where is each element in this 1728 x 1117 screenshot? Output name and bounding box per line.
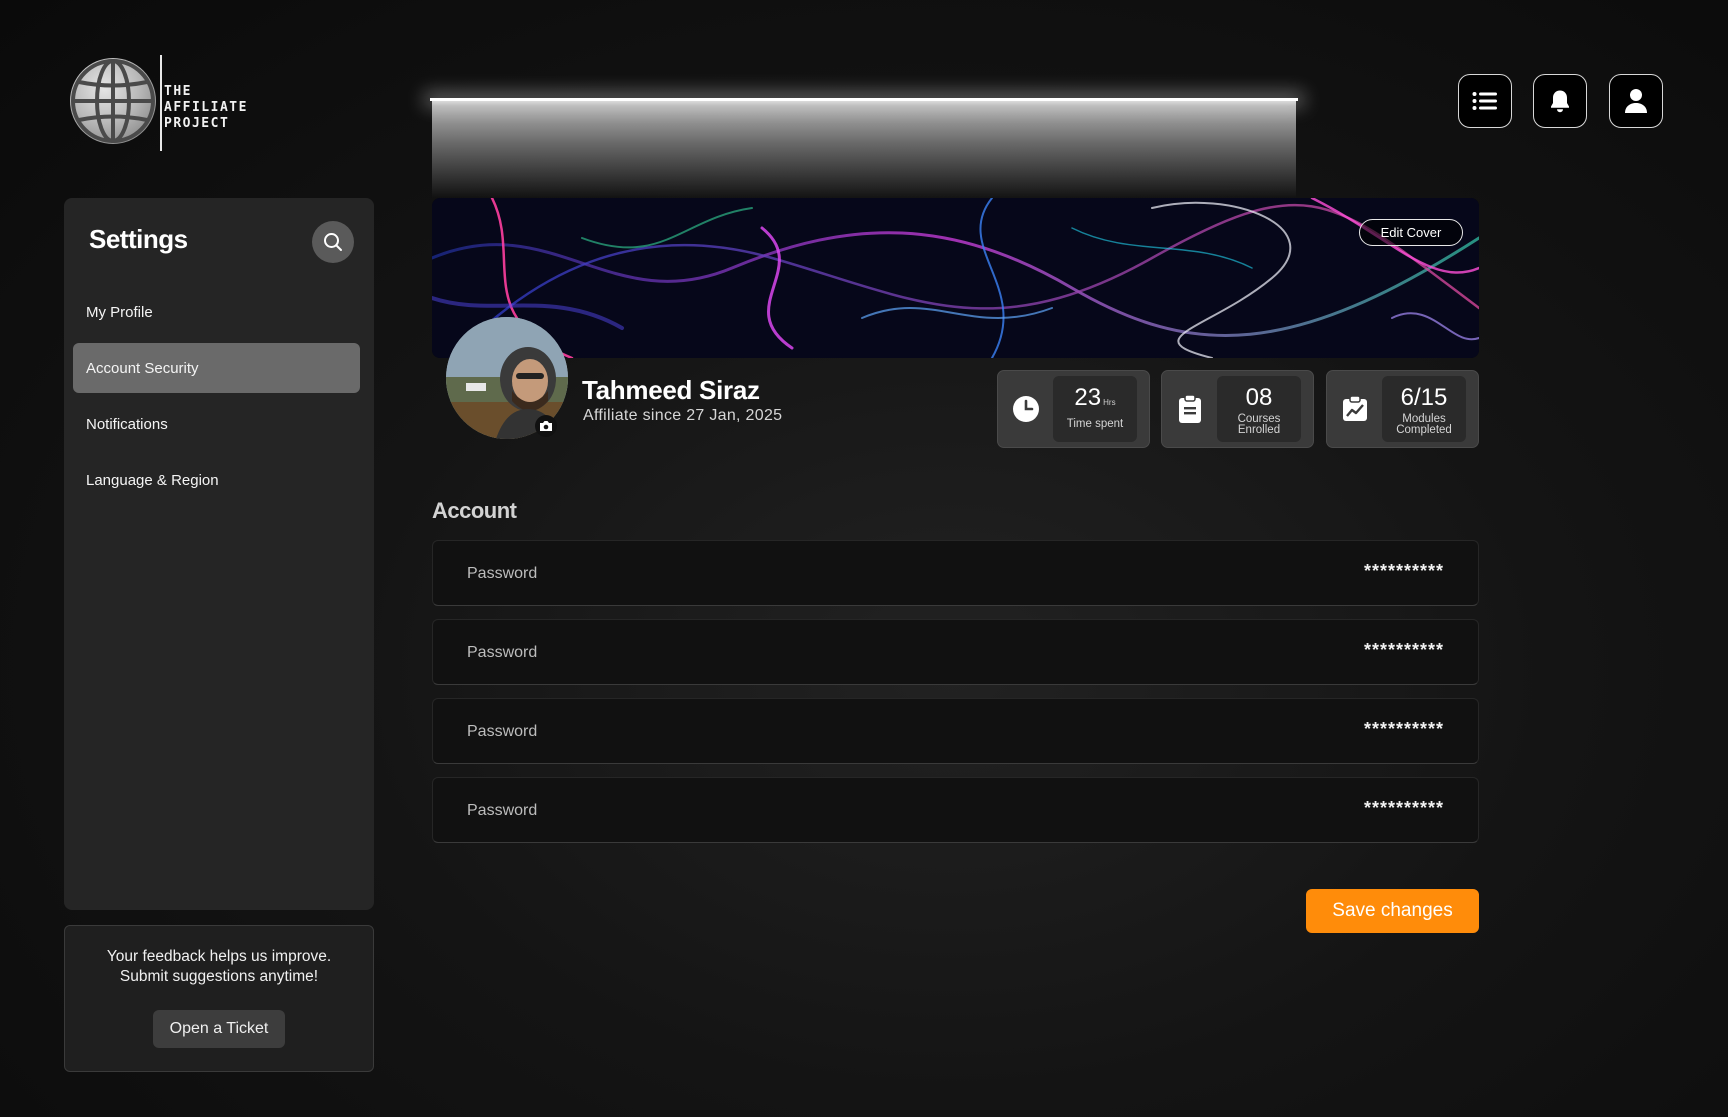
clock-icon <box>1013 396 1039 422</box>
stat-label: Courses Enrolled <box>1237 413 1281 436</box>
logo-line-2: AFFILIATE <box>164 100 248 115</box>
menu-list-icon <box>1472 92 1497 110</box>
logo-line-1: THE <box>164 84 192 99</box>
sidebar-item-notifications[interactable]: Notifications <box>73 399 360 449</box>
settings-sidebar: Settings My Profile Account Security Not… <box>64 198 374 910</box>
feedback-message: Your feedback helps us improve. Submit s… <box>65 947 373 987</box>
profile-button[interactable] <box>1609 74 1663 128</box>
field-value: ********** <box>1363 561 1444 581</box>
stat-label: Time spent <box>1066 418 1124 430</box>
header-spotlight <box>432 98 1296 198</box>
field-value: ********** <box>1363 719 1444 739</box>
stat-courses-enrolled: 08 Courses Enrolled <box>1161 370 1314 448</box>
change-avatar-button[interactable] <box>535 415 557 437</box>
password-field-3[interactable]: Password ********** <box>432 698 1479 764</box>
open-ticket-button[interactable]: Open a Ticket <box>153 1010 285 1048</box>
edit-cover-button[interactable]: Edit Cover <box>1359 219 1463 246</box>
logo-divider <box>160 55 162 151</box>
logo-globe-icon <box>70 58 156 144</box>
password-field-1[interactable]: Password ********** <box>432 540 1479 606</box>
camera-icon <box>540 421 552 431</box>
sidebar-item-language-region[interactable]: Language & Region <box>73 455 360 505</box>
stat-label: Modules Completed <box>1396 413 1452 436</box>
field-value: ********** <box>1363 640 1444 660</box>
sidebar-item-label: My Profile <box>86 303 153 321</box>
stat-value-box: 23 Hrs Time spent <box>1053 376 1137 442</box>
clipboard-icon <box>1179 394 1201 423</box>
password-field-4[interactable]: Password ********** <box>432 777 1479 843</box>
sidebar-item-label: Notifications <box>86 415 168 433</box>
settings-search-button[interactable] <box>312 221 354 263</box>
stat-value: 6/15 <box>1400 384 1448 411</box>
field-label: Password <box>467 802 538 819</box>
user-name: Tahmeed Siraz <box>582 375 760 405</box>
member-since: Affiliate since 27 Jan, 2025 <box>583 407 783 424</box>
sidebar-item-label: Account Security <box>86 359 199 377</box>
logo-wordmark: THE AFFILIATE PROJECT <box>164 84 248 132</box>
stat-time-spent: 23 Hrs Time spent <box>997 370 1150 448</box>
cover-swirl-artwork <box>432 198 1479 358</box>
stat-modules-completed: 6/15 Modules Completed <box>1326 370 1479 448</box>
feedback-line-2: Submit suggestions anytime! <box>119 968 319 985</box>
notifications-button[interactable] <box>1533 74 1587 128</box>
user-icon <box>1625 89 1647 113</box>
bell-icon <box>1551 90 1569 113</box>
sidebar-item-my-profile[interactable]: My Profile <box>73 287 360 337</box>
header-light-bar <box>430 98 1298 101</box>
cover-image <box>432 198 1479 358</box>
search-icon <box>324 233 342 251</box>
field-label: Password <box>467 565 538 582</box>
stat-value-box: 6/15 Modules Completed <box>1382 376 1466 442</box>
feedback-card: Your feedback helps us improve. Submit s… <box>64 925 374 1072</box>
feedback-line-1: Your feedback helps us improve. <box>106 948 332 965</box>
stat-value-line: 23 Hrs <box>1053 385 1137 416</box>
menu-button[interactable] <box>1458 74 1512 128</box>
sidebar-title: Settings <box>89 224 188 254</box>
sidebar-item-account-security[interactable]: Account Security <box>73 343 360 393</box>
stat-unit: Hrs <box>1103 398 1116 407</box>
stat-value-box: 08 Courses Enrolled <box>1217 376 1301 442</box>
field-value: ********** <box>1363 798 1444 818</box>
chart-icon <box>1343 395 1367 421</box>
sidebar-item-label: Language & Region <box>86 471 219 489</box>
password-field-2[interactable]: Password ********** <box>432 619 1479 685</box>
logo-line-3: PROJECT <box>164 116 230 131</box>
stat-value: 23 <box>1074 384 1102 411</box>
stat-value: 08 <box>1245 384 1273 411</box>
save-changes-button[interactable]: Save changes <box>1306 889 1479 933</box>
field-label: Password <box>467 644 538 661</box>
account-section-title: Account <box>432 498 517 523</box>
field-label: Password <box>467 723 538 740</box>
